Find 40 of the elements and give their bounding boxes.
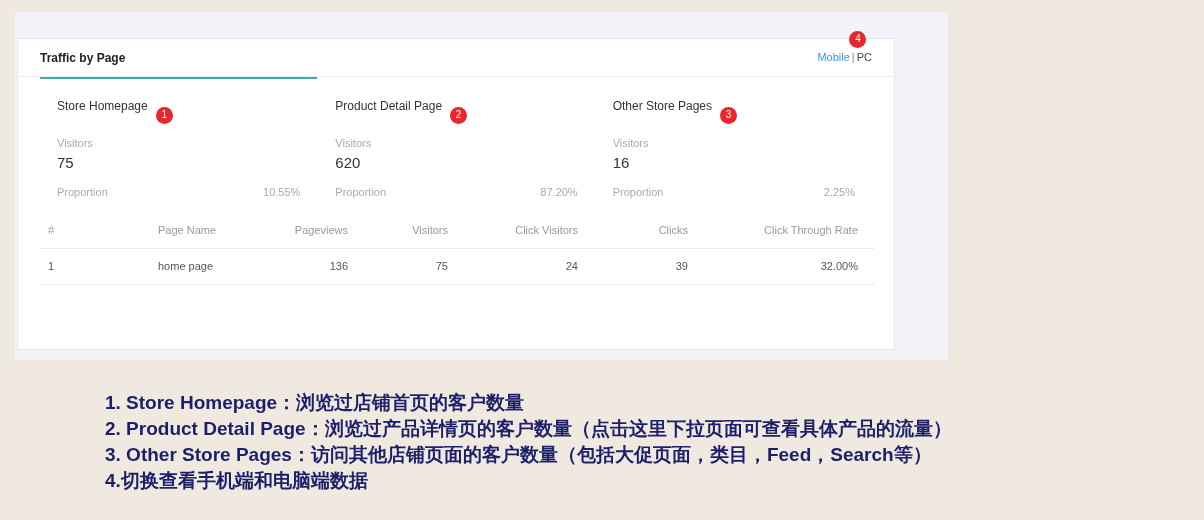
visitors-label: Visitors [57,136,94,151]
table-cell-text: 39 [674,259,688,275]
proportion-label: Proportion [612,185,664,200]
note-text: 4.切换查看手机端和电脑端数据 [105,469,369,493]
tab-title: Other Store Pages [612,98,713,115]
proportion-label: Proportion [335,185,387,200]
proportion-value: 87.20% [540,185,578,200]
card-title: Traffic by Page [40,49,126,67]
table-cell-text: 75 [434,259,448,275]
column-header: Page Name [158,223,218,239]
number-badge: 2 [450,106,468,124]
tab-title: Product Detail Page [335,98,443,115]
column-header: # [48,223,56,239]
table-cell-text: 1 [48,259,56,275]
column-header: Pageviews [293,223,348,239]
proportion-label: Proportion [57,185,108,200]
tab-title: Store Homepage [57,98,148,115]
proportion-value: 10.55% [263,185,301,200]
note-text: 1. Store Homepage：浏览过店铺首页的客户数量 [105,391,526,415]
note-text: 3. Other Store Pages：访问其他店铺页面的客户数量（包括大促页面，类目，Feed，Search等） [105,443,933,467]
number-badge: 1 [155,106,173,124]
table-cell-text: 32.00% [819,259,858,275]
separator-text: | [851,50,855,66]
proportion-value: 2.25% [823,185,855,200]
view-toggle-link[interactable]: PC [856,49,872,66]
visitors-value: 75 [57,152,75,173]
visitors-value: 16 [612,152,631,173]
note-text: 2. Product Detail Page：浏览过产品详情页的客户数量（点击这里下拉页面可查看具体产品的流量） [105,417,952,441]
column-header: Click Through Rate [763,223,858,239]
table-cell-text: 136 [328,259,348,275]
table-cell-text: home page [158,259,215,275]
visitors-label: Visitors [612,136,650,151]
column-header: Click Visitors [514,223,578,239]
number-badge: 3 [720,106,738,124]
column-header: Visitors [411,223,448,239]
table-cell-text: 24 [564,259,578,275]
visitors-value: 620 [335,152,362,173]
number-badge: 4 [849,30,867,48]
column-header: Clicks [657,223,688,239]
visitors-label: Visitors [335,136,373,151]
